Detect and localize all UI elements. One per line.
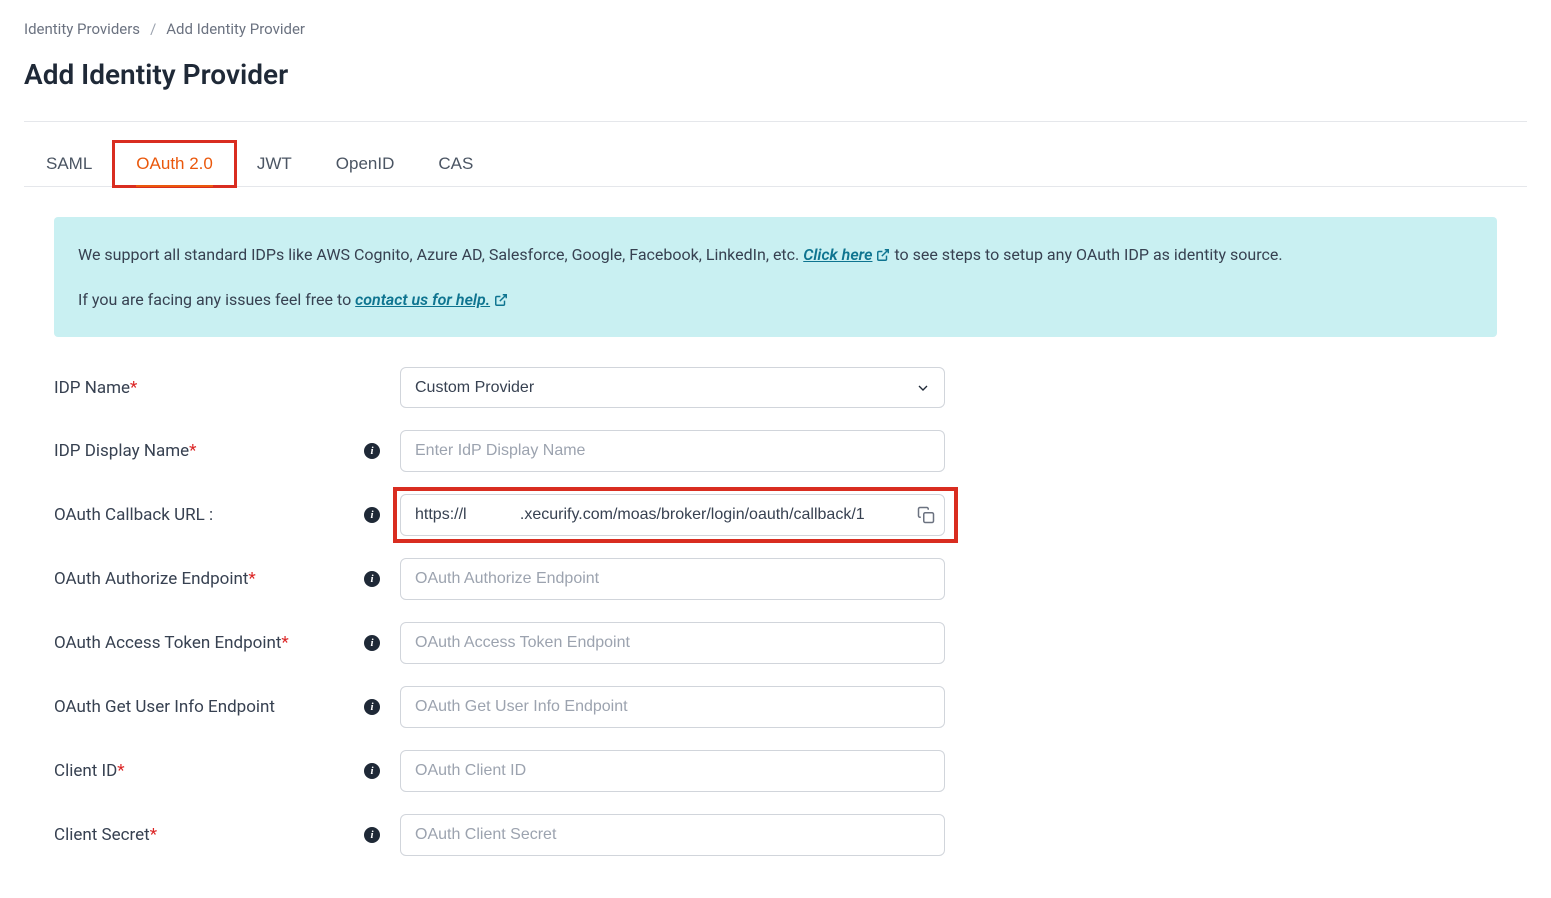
info-icon[interactable]: i [364,571,380,587]
form-row-client-id: Client ID* i [54,750,1497,792]
authorize-endpoint-input[interactable] [400,558,945,600]
required-mark: * [281,633,288,653]
form-row-authorize-endpoint: OAuth Authorize Endpoint* i [54,558,1497,600]
breadcrumb-current: Add Identity Provider [166,20,305,38]
info-icon[interactable]: i [364,443,380,459]
required-mark: * [189,441,196,461]
info-text: We support all standard IDPs like AWS Co… [78,245,803,264]
info-box: We support all standard IDPs like AWS Co… [54,217,1497,337]
form-row-idp-name: IDP Name* Custom Provider [54,367,1497,408]
callback-url-input[interactable] [400,494,945,536]
page-title: Add Identity Provider [24,58,1527,91]
idp-display-name-label: IDP Display Name* [54,441,344,461]
info-text: If you are facing any issues feel free t… [78,290,355,309]
client-id-input[interactable] [400,750,945,792]
required-mark: * [117,761,124,781]
breadcrumb: Identity Providers / Add Identity Provid… [24,20,1527,38]
info-icon[interactable]: i [364,763,380,779]
client-secret-input[interactable] [400,814,945,856]
info-icon[interactable]: i [364,699,380,715]
userinfo-endpoint-input[interactable] [400,686,945,728]
idp-name-select[interactable]: Custom Provider [400,367,945,408]
tab-oauth2[interactable]: OAuth 2.0 [114,142,235,186]
token-endpoint-input[interactable] [400,622,945,664]
external-link-icon [876,248,890,262]
breadcrumb-separator: / [150,20,156,38]
tabs-container: SAML OAuth 2.0 JWT OpenID CAS [24,122,1527,187]
idp-display-name-input[interactable] [400,430,945,472]
info-text: to see steps to setup any OAuth IDP as i… [890,245,1282,264]
authorize-endpoint-label: OAuth Authorize Endpoint* [54,569,344,589]
tab-openid[interactable]: OpenID [314,142,417,186]
form-row-idp-display-name: IDP Display Name* i [54,430,1497,472]
required-mark: * [248,569,255,589]
click-here-link[interactable]: Click here [803,241,890,268]
form-row-client-secret: Client Secret* i [54,814,1497,856]
idp-name-label: IDP Name* [54,378,344,398]
external-link-icon [494,293,508,307]
callback-url-label: OAuth Callback URL : [54,505,344,525]
tab-jwt[interactable]: JWT [235,142,314,186]
breadcrumb-parent-link[interactable]: Identity Providers [24,20,140,38]
form-row-userinfo-endpoint: OAuth Get User Info Endpoint i [54,686,1497,728]
required-mark: * [150,825,157,845]
info-icon[interactable]: i [364,507,380,523]
info-icon[interactable]: i [364,635,380,651]
info-line-2: If you are facing any issues feel free t… [78,286,1473,313]
tab-cas[interactable]: CAS [416,142,495,186]
client-id-label: Client ID* [54,761,344,781]
info-icon[interactable]: i [364,827,380,843]
tab-saml[interactable]: SAML [24,142,114,186]
contact-us-link[interactable]: contact us for help. [355,286,508,313]
form-row-token-endpoint: OAuth Access Token Endpoint* i [54,622,1497,664]
form-row-callback-url: OAuth Callback URL : i [54,494,1497,536]
client-secret-label: Client Secret* [54,825,344,845]
info-line-1: We support all standard IDPs like AWS Co… [78,241,1473,268]
userinfo-endpoint-label: OAuth Get User Info Endpoint [54,697,344,717]
required-mark: * [130,378,137,398]
copy-icon[interactable] [917,506,935,524]
token-endpoint-label: OAuth Access Token Endpoint* [54,633,344,653]
